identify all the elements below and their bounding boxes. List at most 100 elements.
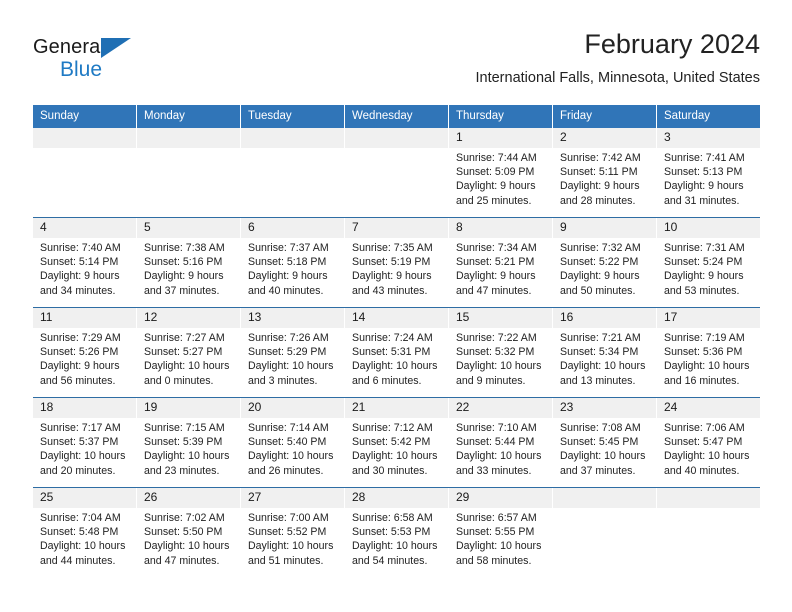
sunrise-text: Sunrise: 7:08 AM	[560, 422, 641, 434]
day-number: 16	[553, 308, 656, 328]
weekday-sunday: Sunday	[33, 105, 137, 128]
daylight-text-line2: and 33 minutes.	[456, 464, 532, 477]
day-cell[interactable]: 22 Sunrise: 7:10 AM Sunset: 5:44 PM Dayl…	[449, 398, 553, 487]
daylight-text-line1: Daylight: 10 hours	[248, 360, 334, 373]
day-cell[interactable]: 27 Sunrise: 7:00 AM Sunset: 5:52 PM Dayl…	[241, 488, 345, 577]
day-details	[33, 148, 136, 151]
sunrise-text: Sunrise: 7:29 AM	[40, 332, 121, 344]
sunrise-text: Sunrise: 7:10 AM	[456, 422, 537, 434]
day-number: 15	[449, 308, 552, 328]
weekday-wednesday: Wednesday	[345, 105, 449, 128]
sunset-text: Sunset: 5:34 PM	[560, 346, 639, 359]
sunrise-text: Sunrise: 7:00 AM	[248, 512, 329, 524]
sunrise-text: Sunrise: 7:19 AM	[664, 332, 745, 344]
day-details: Sunrise: 7:34 AM Sunset: 5:21 PM Dayligh…	[449, 238, 552, 298]
day-cell[interactable]: 29 Sunrise: 6:57 AM Sunset: 5:55 PM Dayl…	[449, 488, 553, 577]
daylight-text-line2: and 6 minutes.	[352, 374, 422, 387]
day-cell[interactable]: 1 Sunrise: 7:44 AM Sunset: 5:09 PM Dayli…	[449, 128, 553, 217]
day-cell[interactable]	[137, 128, 241, 217]
day-cell[interactable]: 11 Sunrise: 7:29 AM Sunset: 5:26 PM Dayl…	[33, 308, 137, 397]
day-number: 4	[33, 218, 136, 238]
page-subtitle: International Falls, Minnesota, United S…	[475, 70, 760, 86]
weekday-saturday: Saturday	[657, 105, 760, 128]
day-details: Sunrise: 7:00 AM Sunset: 5:52 PM Dayligh…	[241, 508, 344, 568]
sunrise-text: Sunrise: 7:21 AM	[560, 332, 641, 344]
day-number: 18	[33, 398, 136, 418]
daylight-text-line2: and 26 minutes.	[248, 464, 324, 477]
logo-text-general: General	[33, 36, 105, 58]
day-details	[241, 148, 344, 151]
day-details: Sunrise: 7:19 AM Sunset: 5:36 PM Dayligh…	[657, 328, 760, 388]
sunset-text: Sunset: 5:44 PM	[456, 436, 535, 449]
day-cell[interactable]: 21 Sunrise: 7:12 AM Sunset: 5:42 PM Dayl…	[345, 398, 449, 487]
day-cell[interactable]: 25 Sunrise: 7:04 AM Sunset: 5:48 PM Dayl…	[33, 488, 137, 577]
day-cell[interactable]: 23 Sunrise: 7:08 AM Sunset: 5:45 PM Dayl…	[553, 398, 657, 487]
daylight-text-line1: Daylight: 10 hours	[248, 450, 334, 463]
day-cell[interactable]: 3 Sunrise: 7:41 AM Sunset: 5:13 PM Dayli…	[657, 128, 760, 217]
day-details: Sunrise: 7:42 AM Sunset: 5:11 PM Dayligh…	[553, 148, 656, 208]
day-cell[interactable]: 13 Sunrise: 7:26 AM Sunset: 5:29 PM Dayl…	[241, 308, 345, 397]
day-cell[interactable]: 2 Sunrise: 7:42 AM Sunset: 5:11 PM Dayli…	[553, 128, 657, 217]
daylight-text-line1: Daylight: 9 hours	[144, 270, 224, 283]
general-blue-logo[interactable]: General Blue	[33, 36, 153, 88]
logo-triangle-icon	[101, 38, 131, 58]
daylight-text-line2: and 43 minutes.	[352, 284, 428, 297]
day-number: 29	[449, 488, 552, 508]
sunrise-text: Sunrise: 7:06 AM	[664, 422, 745, 434]
sunrise-text: Sunrise: 7:24 AM	[352, 332, 433, 344]
day-cell[interactable]: 17 Sunrise: 7:19 AM Sunset: 5:36 PM Dayl…	[657, 308, 760, 397]
sunset-text: Sunset: 5:36 PM	[664, 346, 743, 359]
day-number: 8	[449, 218, 552, 238]
day-cell[interactable]	[241, 128, 345, 217]
daylight-text-line1: Daylight: 10 hours	[456, 540, 542, 553]
day-cell[interactable]: 5 Sunrise: 7:38 AM Sunset: 5:16 PM Dayli…	[137, 218, 241, 307]
daylight-text-line1: Daylight: 10 hours	[352, 360, 438, 373]
sunset-text: Sunset: 5:52 PM	[248, 526, 327, 539]
daylight-text-line2: and 0 minutes.	[144, 374, 214, 387]
daylight-text-line2: and 9 minutes.	[456, 374, 526, 387]
day-number	[137, 128, 240, 148]
day-cell[interactable]: 9 Sunrise: 7:32 AM Sunset: 5:22 PM Dayli…	[553, 218, 657, 307]
day-cell[interactable]	[345, 128, 449, 217]
daylight-text-line1: Daylight: 9 hours	[664, 180, 744, 193]
day-cell[interactable]: 7 Sunrise: 7:35 AM Sunset: 5:19 PM Dayli…	[345, 218, 449, 307]
day-details: Sunrise: 7:02 AM Sunset: 5:50 PM Dayligh…	[137, 508, 240, 568]
sunrise-text: Sunrise: 7:41 AM	[664, 152, 745, 164]
day-cell[interactable]: 19 Sunrise: 7:15 AM Sunset: 5:39 PM Dayl…	[137, 398, 241, 487]
day-cell[interactable]: 12 Sunrise: 7:27 AM Sunset: 5:27 PM Dayl…	[137, 308, 241, 397]
logo-text-blue: Blue	[60, 58, 103, 81]
day-cell[interactable]: 10 Sunrise: 7:31 AM Sunset: 5:24 PM Dayl…	[657, 218, 760, 307]
sunrise-text: Sunrise: 7:34 AM	[456, 242, 537, 254]
day-cell[interactable]: 4 Sunrise: 7:40 AM Sunset: 5:14 PM Dayli…	[33, 218, 137, 307]
sunset-text: Sunset: 5:29 PM	[248, 346, 327, 359]
day-cell[interactable]	[33, 128, 137, 217]
day-cell[interactable]: 28 Sunrise: 6:58 AM Sunset: 5:53 PM Dayl…	[345, 488, 449, 577]
sunrise-text: Sunrise: 7:37 AM	[248, 242, 329, 254]
day-cell[interactable]: 24 Sunrise: 7:06 AM Sunset: 5:47 PM Dayl…	[657, 398, 760, 487]
day-number: 6	[241, 218, 344, 238]
day-cell[interactable]: 8 Sunrise: 7:34 AM Sunset: 5:21 PM Dayli…	[449, 218, 553, 307]
day-cell[interactable]: 14 Sunrise: 7:24 AM Sunset: 5:31 PM Dayl…	[345, 308, 449, 397]
day-cell[interactable]: 20 Sunrise: 7:14 AM Sunset: 5:40 PM Dayl…	[241, 398, 345, 487]
day-cell[interactable]: 26 Sunrise: 7:02 AM Sunset: 5:50 PM Dayl…	[137, 488, 241, 577]
sunset-text: Sunset: 5:37 PM	[40, 436, 119, 449]
day-cell[interactable]: 18 Sunrise: 7:17 AM Sunset: 5:37 PM Dayl…	[33, 398, 137, 487]
day-number: 17	[657, 308, 760, 328]
day-cell[interactable]: 15 Sunrise: 7:22 AM Sunset: 5:32 PM Dayl…	[449, 308, 553, 397]
day-details: Sunrise: 7:31 AM Sunset: 5:24 PM Dayligh…	[657, 238, 760, 298]
daylight-text-line2: and 47 minutes.	[456, 284, 532, 297]
daylight-text-line1: Daylight: 10 hours	[560, 360, 646, 373]
day-cell[interactable]: 6 Sunrise: 7:37 AM Sunset: 5:18 PM Dayli…	[241, 218, 345, 307]
daylight-text-line1: Daylight: 10 hours	[40, 540, 126, 553]
day-cell[interactable]: 16 Sunrise: 7:21 AM Sunset: 5:34 PM Dayl…	[553, 308, 657, 397]
day-details: Sunrise: 6:58 AM Sunset: 5:53 PM Dayligh…	[345, 508, 448, 568]
daylight-text-line1: Daylight: 10 hours	[352, 450, 438, 463]
weekday-tuesday: Tuesday	[241, 105, 345, 128]
sunset-text: Sunset: 5:14 PM	[40, 256, 119, 269]
daylight-text-line2: and 34 minutes.	[40, 284, 116, 297]
day-cell[interactable]	[553, 488, 657, 577]
sunrise-text: Sunrise: 7:44 AM	[456, 152, 537, 164]
sunset-text: Sunset: 5:40 PM	[248, 436, 327, 449]
sunrise-text: Sunrise: 6:57 AM	[456, 512, 537, 524]
day-cell[interactable]	[657, 488, 760, 577]
